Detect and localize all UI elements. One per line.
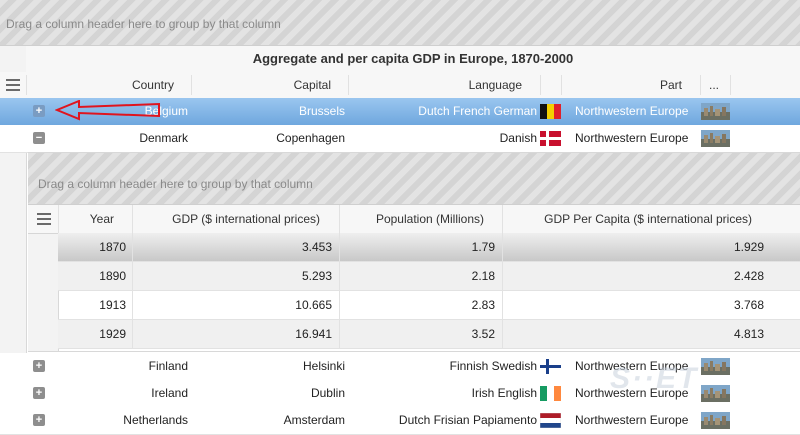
cell-language: Dutch French German	[418, 104, 537, 118]
cell-capital: Helsinki	[302, 359, 345, 373]
cell-country: Netherlands	[123, 413, 188, 427]
detail-grid: Drag a column header here to group by th…	[28, 152, 800, 352]
column-chooser-icon[interactable]	[6, 79, 20, 91]
detail-column-chooser-icon[interactable]	[37, 213, 51, 225]
cell-per-capita: 2.428	[733, 269, 764, 283]
cell-language: Finnish Swedish	[449, 359, 537, 373]
cell-population: 2.18	[471, 269, 495, 283]
cell-country: Ireland	[151, 386, 188, 400]
cell-capital: Amsterdam	[283, 413, 345, 427]
detail-header-population[interactable]: Population (Millions)	[339, 205, 484, 233]
table-row[interactable]: + Netherlands Amsterdam Dutch Frisian Papia…	[0, 407, 800, 435]
column-header-language[interactable]: Language	[348, 72, 522, 98]
cell-year: 1929	[99, 327, 126, 341]
cell-country: Finland	[148, 359, 188, 373]
column-header-capital[interactable]: Capital	[191, 72, 331, 98]
cell-gdp: 10.665	[295, 298, 332, 312]
column-header-country[interactable]: Country	[26, 72, 174, 98]
detail-table-row[interactable]: 1913 10.665 2.83 3.768	[58, 291, 800, 320]
ireland-flag	[540, 386, 561, 401]
red-arrow-annotation	[55, 100, 160, 121]
cell-per-capita: 3.768	[733, 298, 764, 312]
column-header-more[interactable]: ...	[709, 72, 723, 98]
city-thumbnail-icon	[701, 358, 730, 375]
detail-group-by-hint: Drag a column header here to group by th…	[38, 177, 313, 191]
watermark-logo: S··ET	[610, 362, 699, 395]
detail-group-by-panel[interactable]: Drag a column header here to group by th…	[28, 153, 800, 205]
grid-title: Aggregate and per capita GDP in Europe, …	[26, 46, 800, 73]
city-thumbnail-icon	[701, 130, 730, 147]
cell-language: Dutch Frisian Papiamento	[398, 413, 537, 427]
cell-country: Denmark	[139, 131, 188, 145]
city-thumbnail-icon	[701, 103, 730, 120]
cell-capital: Dublin	[310, 386, 345, 400]
detail-header-year[interactable]: Year	[58, 205, 114, 233]
cell-gdp: 3.453	[301, 240, 332, 254]
detail-grid-header: Year GDP ($ international prices) Popula…	[28, 205, 800, 234]
cell-part: Northwestern Europe	[575, 413, 689, 427]
detail-table-row[interactable]: 1870 3.453 1.79 1.929	[58, 233, 800, 262]
cell-part: Northwestern Europe	[575, 104, 689, 118]
finland-flag	[540, 359, 561, 374]
table-row[interactable]: − Denmark Copenhagen Danish Northwestern Eur…	[0, 125, 800, 153]
cell-per-capita: 4.813	[733, 327, 764, 341]
cell-capital: Brussels	[298, 104, 345, 118]
detail-header-per-capita[interactable]: GDP Per Capita ($ international prices)	[502, 205, 752, 233]
column-header-part[interactable]: Part	[561, 72, 682, 98]
detail-table-row[interactable]: 1890 5.293 2.18 2.428	[58, 262, 800, 291]
cell-population: 2.83	[471, 298, 495, 312]
city-thumbnail-icon	[701, 412, 730, 429]
cell-population: 1.79	[471, 240, 495, 254]
belgium-flag	[540, 104, 561, 119]
cell-year: 1890	[99, 269, 126, 283]
cell-capital: Copenhagen	[276, 131, 345, 145]
cell-population: 3.52	[471, 327, 495, 341]
cell-year: 1913	[99, 298, 126, 312]
cell-language: Danish	[499, 131, 537, 145]
detail-table-row[interactable]: 1929 16.941 3.52 4.813	[58, 320, 800, 349]
city-thumbnail-icon	[701, 385, 730, 402]
grid-header: Country Capital Language Part ...	[0, 72, 800, 99]
cell-gdp: 5.293	[301, 269, 332, 283]
netherlands-flag	[540, 413, 561, 428]
denmark-flag	[540, 131, 561, 146]
cell-gdp: 16.941	[295, 327, 332, 341]
cell-per-capita: 1.929	[733, 240, 764, 254]
cell-language: Irish English	[471, 386, 537, 400]
group-by-hint: Drag a column header here to group by th…	[6, 17, 281, 31]
cell-part: Northwestern Europe	[575, 131, 689, 145]
group-by-panel[interactable]: Drag a column header here to group by th…	[0, 0, 800, 46]
cell-year: 1870	[99, 240, 126, 254]
detail-header-gdp[interactable]: GDP ($ international prices)	[132, 205, 320, 233]
